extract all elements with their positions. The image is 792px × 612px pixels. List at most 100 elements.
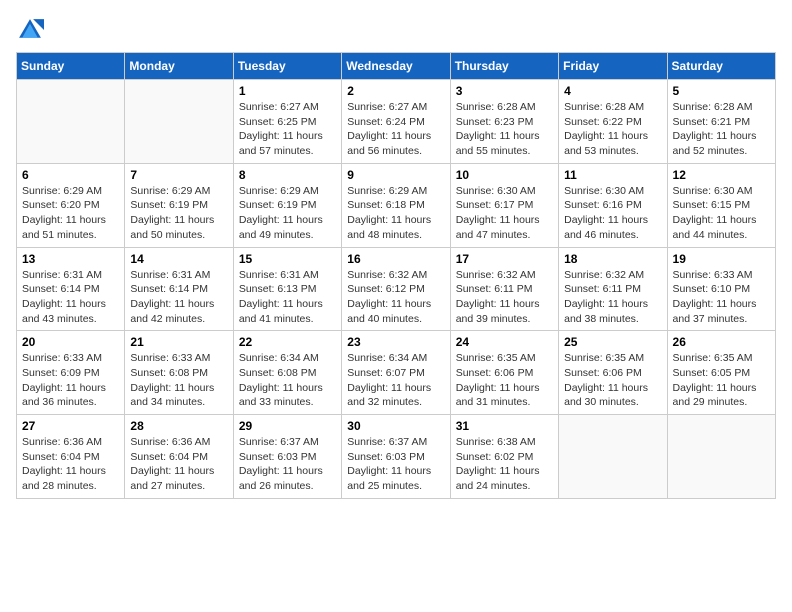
day-info: Sunrise: 6:36 AM Sunset: 6:04 PM Dayligh… [130, 435, 227, 494]
day-info: Sunrise: 6:33 AM Sunset: 6:10 PM Dayligh… [673, 268, 770, 327]
day-info: Sunrise: 6:36 AM Sunset: 6:04 PM Dayligh… [22, 435, 119, 494]
day-info: Sunrise: 6:35 AM Sunset: 6:06 PM Dayligh… [564, 351, 661, 410]
calendar-cell: 22 Sunrise: 6:34 AM Sunset: 6:08 PM Dayli… [233, 331, 341, 415]
calendar-cell: 18 Sunrise: 6:32 AM Sunset: 6:11 PM Dayli… [559, 247, 667, 331]
day-number: 30 [347, 419, 444, 433]
weekday-header: Tuesday [233, 53, 341, 80]
day-info: Sunrise: 6:29 AM Sunset: 6:19 PM Dayligh… [130, 184, 227, 243]
weekday-header: Friday [559, 53, 667, 80]
day-number: 31 [456, 419, 553, 433]
day-number: 22 [239, 335, 336, 349]
day-info: Sunrise: 6:33 AM Sunset: 6:09 PM Dayligh… [22, 351, 119, 410]
day-info: Sunrise: 6:30 AM Sunset: 6:16 PM Dayligh… [564, 184, 661, 243]
day-number: 7 [130, 168, 227, 182]
day-info: Sunrise: 6:32 AM Sunset: 6:12 PM Dayligh… [347, 268, 444, 327]
calendar-cell: 13 Sunrise: 6:31 AM Sunset: 6:14 PM Dayli… [17, 247, 125, 331]
day-info: Sunrise: 6:34 AM Sunset: 6:08 PM Dayligh… [239, 351, 336, 410]
logo [16, 16, 48, 44]
calendar-cell: 11Sunrise: 6:30 AM Sunset: 6:16 PM Dayli… [559, 163, 667, 247]
weekday-header: Saturday [667, 53, 775, 80]
day-number: 15 [239, 252, 336, 266]
day-info: Sunrise: 6:37 AM Sunset: 6:03 PM Dayligh… [347, 435, 444, 494]
day-number: 3 [456, 84, 553, 98]
calendar-cell [559, 415, 667, 499]
day-number: 2 [347, 84, 444, 98]
day-number: 25 [564, 335, 661, 349]
calendar-cell: 6Sunrise: 6:29 AM Sunset: 6:20 PM Daylig… [17, 163, 125, 247]
day-number: 28 [130, 419, 227, 433]
day-info: Sunrise: 6:28 AM Sunset: 6:21 PM Dayligh… [673, 100, 770, 159]
day-info: Sunrise: 6:31 AM Sunset: 6:14 PM Dayligh… [130, 268, 227, 327]
day-info: Sunrise: 6:37 AM Sunset: 6:03 PM Dayligh… [239, 435, 336, 494]
calendar-table: SundayMondayTuesdayWednesdayThursdayFrid… [16, 52, 776, 499]
day-info: Sunrise: 6:32 AM Sunset: 6:11 PM Dayligh… [564, 268, 661, 327]
calendar-cell: 26 Sunrise: 6:35 AM Sunset: 6:05 PM Dayli… [667, 331, 775, 415]
calendar-cell: 23Sunrise: 6:34 AM Sunset: 6:07 PM Dayli… [342, 331, 450, 415]
day-info: Sunrise: 6:33 AM Sunset: 6:08 PM Dayligh… [130, 351, 227, 410]
calendar-cell: 1 Sunrise: 6:27 AM Sunset: 6:25 PM Daylig… [233, 80, 341, 164]
day-number: 14 [130, 252, 227, 266]
calendar-cell: 20 Sunrise: 6:33 AM Sunset: 6:09 PM Dayli… [17, 331, 125, 415]
day-number: 26 [673, 335, 770, 349]
calendar-cell: 3 Sunrise: 6:28 AM Sunset: 6:23 PM Daylig… [450, 80, 558, 164]
day-number: 16 [347, 252, 444, 266]
calendar-cell: 29 Sunrise: 6:37 AM Sunset: 6:03 PM Dayli… [233, 415, 341, 499]
day-info: Sunrise: 6:29 AM Sunset: 6:20 PM Dayligh… [22, 184, 119, 243]
day-number: 10 [456, 168, 553, 182]
calendar-cell [667, 415, 775, 499]
day-info: Sunrise: 6:35 AM Sunset: 6:06 PM Dayligh… [456, 351, 553, 410]
day-info: Sunrise: 6:27 AM Sunset: 6:25 PM Dayligh… [239, 100, 336, 159]
calendar-cell: 15 Sunrise: 6:31 AM Sunset: 6:13 PM Dayli… [233, 247, 341, 331]
calendar-cell: 12Sunrise: 6:30 AM Sunset: 6:15 PM Dayli… [667, 163, 775, 247]
day-number: 21 [130, 335, 227, 349]
day-info: Sunrise: 6:31 AM Sunset: 6:14 PM Dayligh… [22, 268, 119, 327]
calendar-cell [125, 80, 233, 164]
calendar-cell: 5 Sunrise: 6:28 AM Sunset: 6:21 PM Daylig… [667, 80, 775, 164]
day-info: Sunrise: 6:38 AM Sunset: 6:02 PM Dayligh… [456, 435, 553, 494]
day-number: 18 [564, 252, 661, 266]
day-info: Sunrise: 6:27 AM Sunset: 6:24 PM Dayligh… [347, 100, 444, 159]
day-info: Sunrise: 6:32 AM Sunset: 6:11 PM Dayligh… [456, 268, 553, 327]
calendar-cell: 21 Sunrise: 6:33 AM Sunset: 6:08 PM Dayli… [125, 331, 233, 415]
calendar-week-row: 20 Sunrise: 6:33 AM Sunset: 6:09 PM Dayli… [17, 331, 776, 415]
calendar-cell: 14 Sunrise: 6:31 AM Sunset: 6:14 PM Dayli… [125, 247, 233, 331]
day-number: 27 [22, 419, 119, 433]
day-number: 23 [347, 335, 444, 349]
day-number: 1 [239, 84, 336, 98]
day-number: 29 [239, 419, 336, 433]
day-info: Sunrise: 6:28 AM Sunset: 6:22 PM Dayligh… [564, 100, 661, 159]
day-info: Sunrise: 6:35 AM Sunset: 6:05 PM Dayligh… [673, 351, 770, 410]
calendar-cell: 16 Sunrise: 6:32 AM Sunset: 6:12 PM Dayli… [342, 247, 450, 331]
day-number: 8 [239, 168, 336, 182]
day-info: Sunrise: 6:30 AM Sunset: 6:15 PM Dayligh… [673, 184, 770, 243]
day-info: Sunrise: 6:29 AM Sunset: 6:18 PM Dayligh… [347, 184, 444, 243]
day-number: 20 [22, 335, 119, 349]
day-number: 5 [673, 84, 770, 98]
calendar-cell: 10 Sunrise: 6:30 AM Sunset: 6:17 PM Dayli… [450, 163, 558, 247]
page-header [16, 16, 776, 44]
calendar-cell: 28 Sunrise: 6:36 AM Sunset: 6:04 PM Dayli… [125, 415, 233, 499]
calendar-week-row: 1 Sunrise: 6:27 AM Sunset: 6:25 PM Daylig… [17, 80, 776, 164]
calendar-week-row: 6Sunrise: 6:29 AM Sunset: 6:20 PM Daylig… [17, 163, 776, 247]
day-info: Sunrise: 6:30 AM Sunset: 6:17 PM Dayligh… [456, 184, 553, 243]
day-info: Sunrise: 6:31 AM Sunset: 6:13 PM Dayligh… [239, 268, 336, 327]
weekday-header: Thursday [450, 53, 558, 80]
day-number: 19 [673, 252, 770, 266]
calendar-cell [17, 80, 125, 164]
weekday-header: Wednesday [342, 53, 450, 80]
calendar-cell: 7 Sunrise: 6:29 AM Sunset: 6:19 PM Daylig… [125, 163, 233, 247]
calendar-cell: 31 Sunrise: 6:38 AM Sunset: 6:02 PM Dayli… [450, 415, 558, 499]
day-number: 4 [564, 84, 661, 98]
calendar-cell: 25 Sunrise: 6:35 AM Sunset: 6:06 PM Dayli… [559, 331, 667, 415]
calendar-cell: 17 Sunrise: 6:32 AM Sunset: 6:11 PM Dayli… [450, 247, 558, 331]
calendar-week-row: 13 Sunrise: 6:31 AM Sunset: 6:14 PM Dayli… [17, 247, 776, 331]
calendar-cell: 4 Sunrise: 6:28 AM Sunset: 6:22 PM Daylig… [559, 80, 667, 164]
calendar-cell: 19 Sunrise: 6:33 AM Sunset: 6:10 PM Dayli… [667, 247, 775, 331]
calendar-header-row: SundayMondayTuesdayWednesdayThursdayFrid… [17, 53, 776, 80]
day-info: Sunrise: 6:28 AM Sunset: 6:23 PM Dayligh… [456, 100, 553, 159]
day-number: 13 [22, 252, 119, 266]
calendar-cell: 30 Sunrise: 6:37 AM Sunset: 6:03 PM Dayli… [342, 415, 450, 499]
calendar-cell: 8Sunrise: 6:29 AM Sunset: 6:19 PM Daylig… [233, 163, 341, 247]
day-number: 17 [456, 252, 553, 266]
calendar-cell: 9Sunrise: 6:29 AM Sunset: 6:18 PM Daylig… [342, 163, 450, 247]
